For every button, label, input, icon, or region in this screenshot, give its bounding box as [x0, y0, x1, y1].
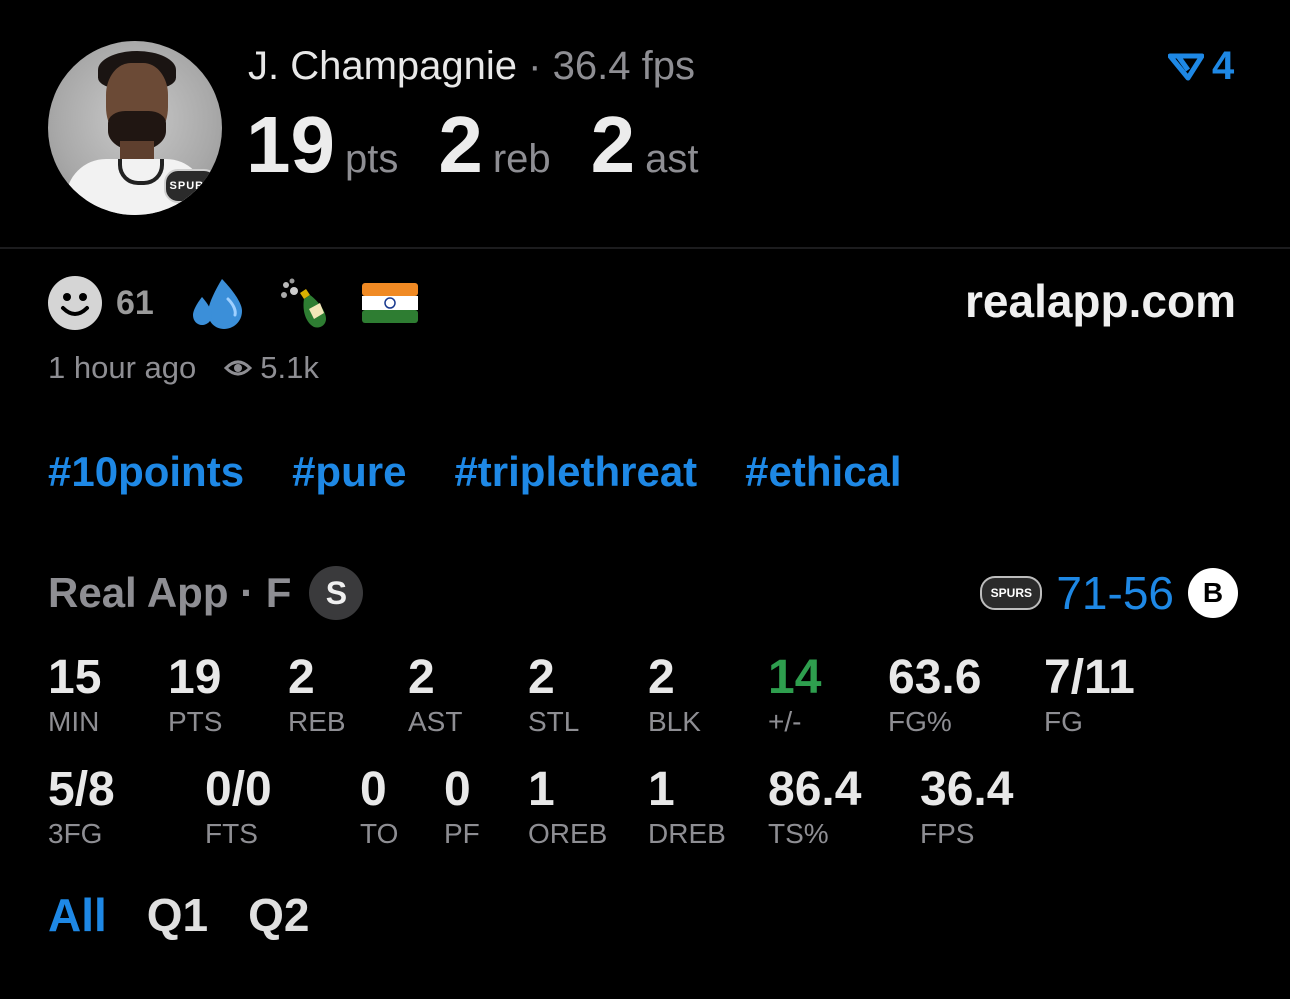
nets-logo-icon: B	[1188, 568, 1238, 618]
stat-value: 1	[648, 763, 675, 816]
separator-dot: ·	[528, 44, 542, 88]
stat-fg-pct: 63.6 FG%	[888, 652, 981, 738]
position-badge: S	[309, 566, 364, 620]
stat-value: 63.6	[888, 651, 982, 704]
stat-value: 86.4	[768, 763, 862, 816]
stat-fg: 7/11 FG	[1044, 652, 1135, 738]
upvote-count: 4	[1212, 44, 1235, 88]
game-source: Real App · F	[48, 569, 292, 616]
stat-label: PTS	[168, 706, 223, 737]
stat-label: FG%	[888, 706, 952, 737]
headline-rebounds-unit: reb	[492, 137, 551, 181]
stat-3fg: 5/8 3FG	[48, 764, 115, 850]
upvote-chevron-icon	[1168, 53, 1204, 80]
headline-points-value: 19	[246, 100, 335, 189]
stat-label: REB	[288, 706, 346, 737]
stat-label: TO	[360, 818, 399, 849]
stat-oreb: 1 OREB	[528, 764, 607, 850]
spurs-logo-icon: SPURS	[980, 576, 1043, 610]
stat-value: 7/11	[1044, 651, 1135, 704]
hashtag-link[interactable]: #pure	[292, 448, 406, 496]
stat-stl: 2 STL	[528, 652, 579, 738]
stat-value: 0	[444, 763, 471, 816]
stat-label: MIN	[48, 706, 100, 737]
period-tabs: All Q1 Q2	[48, 888, 350, 942]
hashtag-link[interactable]: #triplethreat	[454, 448, 697, 496]
tab-q2[interactable]: Q2	[248, 888, 309, 942]
stat-label: +/-	[768, 706, 802, 737]
stat-label: TS%	[768, 818, 829, 849]
upvote-button[interactable]: 4	[1168, 44, 1234, 89]
stat-value: 1	[528, 763, 555, 816]
stat-label: DREB	[648, 818, 726, 849]
stat-label: FPS	[920, 818, 975, 849]
post-time: 1 hour ago	[48, 350, 197, 385]
tab-all[interactable]: All	[48, 888, 107, 942]
stat-pts: 19 PTS	[168, 652, 222, 738]
smiley-reaction-icon[interactable]	[48, 276, 102, 330]
stat-reb: 2 REB	[288, 652, 346, 738]
away-score: 56	[1122, 567, 1174, 619]
stat-label: AST	[408, 706, 463, 737]
stat-value: 15	[48, 651, 102, 704]
stat-label: OREB	[528, 818, 608, 849]
eye-icon	[224, 360, 253, 376]
stat-ast: 2 AST	[408, 652, 462, 738]
score-dash: -	[1107, 567, 1123, 619]
home-score: 71	[1056, 567, 1108, 619]
stat-value: 14	[768, 651, 822, 704]
stat-label: FG	[1044, 706, 1083, 737]
stat-dreb: 1 DREB	[648, 764, 726, 850]
stat-label: FTS	[205, 818, 258, 849]
stat-value: 2	[648, 651, 675, 704]
headline-assists-value: 2	[590, 100, 636, 189]
stat-value: 5/8	[48, 763, 115, 816]
tab-q1[interactable]: Q1	[147, 888, 208, 942]
section-divider	[0, 247, 1290, 249]
team-logo-badge: SPURS	[164, 169, 218, 203]
reactions-bar: 61	[48, 275, 448, 331]
hashtag-link[interactable]: #ethical	[745, 448, 901, 496]
stat-value: 0	[360, 763, 387, 816]
stat-label: 3FG	[48, 818, 103, 849]
game-score[interactable]: SPURS 71 - 56 B	[980, 566, 1238, 620]
champagne-emoji-icon[interactable]	[276, 275, 332, 331]
brand-link[interactable]: realapp.com	[965, 274, 1236, 328]
stat-pf: 0 PF	[444, 764, 480, 850]
stat-value: 2	[408, 651, 435, 704]
stat-fts: 0/0 FTS	[205, 764, 272, 850]
sweat-droplets-emoji-icon[interactable]	[190, 275, 246, 331]
stat-value: 2	[288, 651, 315, 704]
stat-label: BLK	[648, 706, 701, 737]
headline-stats: 19 pts 2 reb 2 ast	[246, 102, 739, 188]
headline-rebounds-value: 2	[438, 100, 483, 189]
game-source-line: Real App · F S	[48, 566, 364, 620]
player-avatar[interactable]: SPURS	[48, 41, 222, 215]
stat-fps: 36.4 FPS	[920, 764, 1013, 850]
hashtag-link[interactable]: #10points	[48, 448, 244, 496]
headline-points-unit: pts	[344, 137, 399, 181]
player-header: J. Champagnie · 36.4 fps	[248, 40, 695, 92]
view-count: 5.1k	[260, 350, 319, 385]
stat-label: STL	[528, 706, 580, 737]
reaction-count: 61	[116, 283, 154, 322]
post-meta: 1 hour ago 5.1k	[48, 350, 319, 386]
stat-blk: 2 BLK	[648, 652, 701, 738]
stat-value: 0/0	[205, 763, 272, 816]
stat-min: 15 MIN	[48, 652, 101, 738]
stat-value: 36.4	[920, 763, 1014, 816]
stat-value: 19	[168, 651, 222, 704]
player-fps: 36.4 fps	[552, 44, 695, 88]
stat-label: PF	[444, 818, 480, 849]
hashtag-list: #10points #pure #triplethreat #ethical	[48, 448, 950, 496]
stat-ts-pct: 86.4 TS%	[768, 764, 861, 850]
stat-plus-minus: 14 +/-	[768, 652, 821, 738]
stat-to: 0 TO	[360, 764, 398, 850]
stat-value: 2	[528, 651, 555, 704]
player-name[interactable]: J. Champagnie	[248, 44, 517, 88]
headline-assists-unit: ast	[645, 137, 699, 181]
india-flag-emoji-icon[interactable]	[361, 283, 418, 323]
